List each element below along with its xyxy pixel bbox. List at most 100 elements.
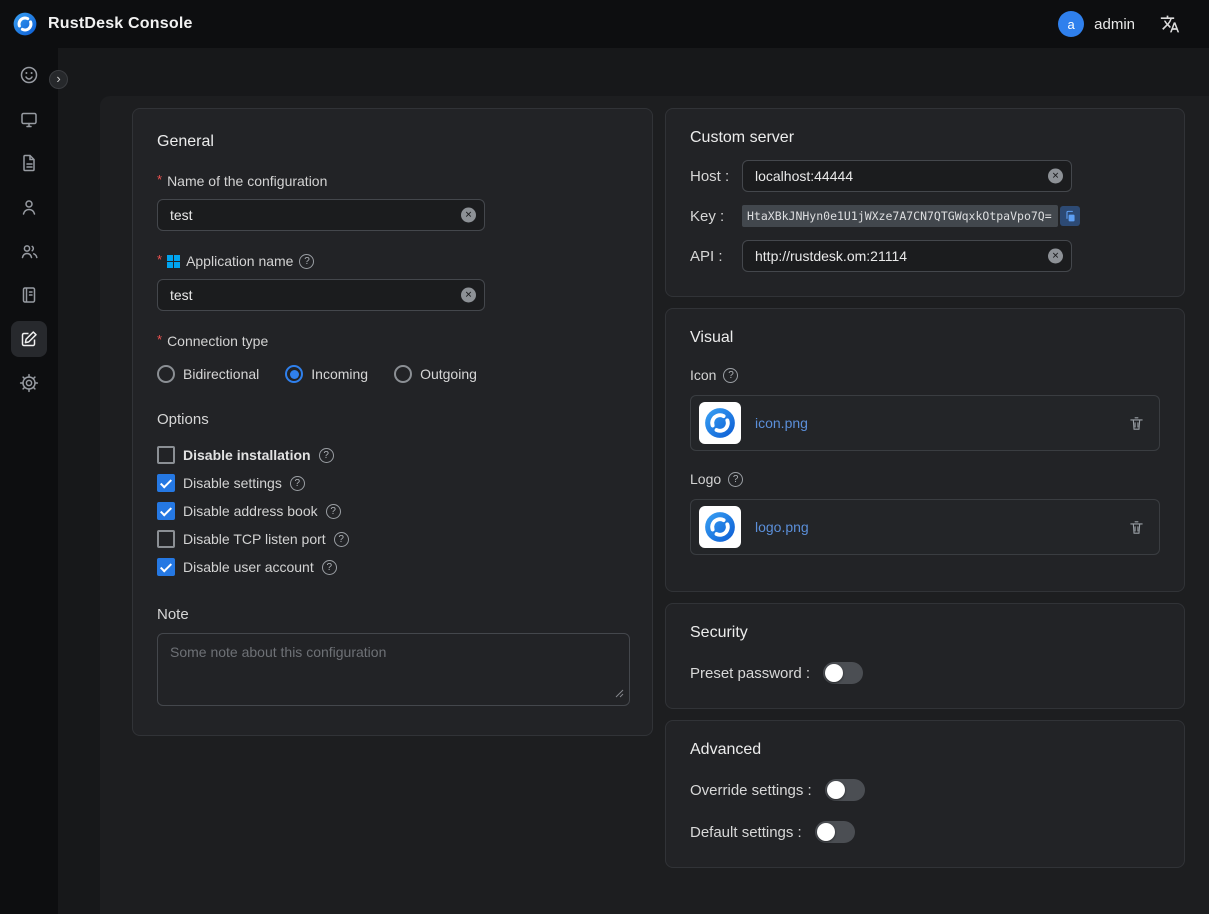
gear-icon	[19, 373, 39, 393]
checkbox-icon[interactable]	[157, 446, 175, 464]
preset-password-toggle[interactable]	[823, 662, 863, 684]
checkbox-row-disable-installation[interactable]: Disable installation ?	[157, 444, 628, 466]
topbar: RustDesk Console a admin	[0, 0, 1209, 48]
file-icon	[19, 153, 39, 173]
required-asterisk: *	[157, 332, 162, 347]
journal-icon	[19, 285, 39, 305]
logo-file-link[interactable]: logo.png	[755, 519, 809, 535]
users-icon	[19, 241, 39, 261]
help-icon[interactable]: ?	[322, 560, 337, 575]
radio-incoming[interactable]: Incoming	[285, 365, 368, 383]
icon-preview	[699, 402, 741, 444]
smiley-icon	[19, 65, 39, 85]
sidebar-item-dashboard[interactable]	[11, 57, 47, 93]
preset-password-row: Preset password :	[690, 662, 1160, 684]
options-label: Options	[157, 411, 628, 428]
api-input[interactable]	[742, 240, 1072, 272]
translate-icon[interactable]	[1157, 11, 1183, 37]
resize-handle-icon[interactable]	[615, 685, 624, 703]
avatar[interactable]: a	[1058, 11, 1084, 37]
brand: RustDesk Console	[12, 11, 193, 37]
api-label: API :	[690, 248, 742, 265]
clear-icon[interactable]: ✕	[461, 208, 476, 223]
security-title: Security	[690, 624, 1160, 642]
host-label: Host :	[690, 168, 742, 185]
trash-icon[interactable]	[1128, 415, 1145, 432]
logo-preview	[699, 506, 741, 548]
clear-icon[interactable]: ✕	[461, 288, 476, 303]
sidebar-item-address-books[interactable]	[11, 277, 47, 313]
checkbox-row-disable-address-book[interactable]: Disable address book ?	[157, 500, 628, 522]
advanced-card: Advanced Override settings : Default set…	[665, 720, 1185, 868]
connection-type-group: Bidirectional Incoming Outgoing	[157, 365, 628, 383]
default-settings-row: Default settings :	[690, 821, 1160, 843]
visual-title: Visual	[690, 329, 1160, 347]
custom-server-card: Custom server Host : ✕ Key : HtaXBkJNHyn…	[665, 108, 1185, 297]
checkbox-row-disable-settings[interactable]: Disable settings ?	[157, 472, 628, 494]
help-icon[interactable]: ?	[326, 504, 341, 519]
sidebar-item-audit[interactable]	[11, 145, 47, 181]
radio-bidirectional[interactable]: Bidirectional	[157, 365, 259, 383]
user-icon	[19, 197, 39, 217]
config-name-input[interactable]	[157, 199, 485, 231]
copy-icon[interactable]	[1060, 206, 1080, 226]
checkbox-icon[interactable]	[157, 502, 175, 520]
sidebar-item-groups[interactable]	[11, 233, 47, 269]
trash-icon[interactable]	[1128, 519, 1145, 536]
sidebar-item-users[interactable]	[11, 189, 47, 225]
edit-icon	[19, 329, 39, 349]
general-card: General * Name of the configuration ✕ * …	[132, 108, 653, 736]
key-label: Key :	[690, 208, 742, 225]
custom-server-title: Custom server	[690, 129, 1160, 147]
help-icon[interactable]: ?	[290, 476, 305, 491]
advanced-title: Advanced	[690, 741, 1160, 759]
preset-password-label: Preset password :	[690, 665, 810, 682]
sidebar-item-settings[interactable]	[11, 365, 47, 401]
radio-icon[interactable]	[285, 365, 303, 383]
radio-icon[interactable]	[394, 365, 412, 383]
radio-icon[interactable]	[157, 365, 175, 383]
override-settings-label: Override settings :	[690, 782, 812, 799]
username: admin	[1094, 16, 1135, 33]
clear-icon[interactable]: ✕	[1048, 249, 1063, 264]
sidebar-item-devices[interactable]	[11, 101, 47, 137]
checkbox-row-disable-user-account[interactable]: Disable user account ?	[157, 556, 628, 578]
help-icon[interactable]: ?	[334, 532, 349, 547]
app-title: RustDesk Console	[48, 15, 193, 33]
checkbox-icon[interactable]	[157, 474, 175, 492]
windows-icon	[167, 255, 180, 268]
note-textarea[interactable]	[157, 633, 630, 706]
required-asterisk: *	[157, 172, 162, 187]
sidebar-expand-button[interactable]: ›	[49, 70, 68, 89]
user-menu[interactable]: a admin	[1058, 11, 1135, 37]
note-label: Note	[157, 606, 628, 623]
app-name-field-label: * Application name ?	[157, 253, 628, 269]
checkbox-icon[interactable]	[157, 530, 175, 548]
checkbox-icon[interactable]	[157, 558, 175, 576]
required-asterisk: *	[157, 252, 162, 267]
override-settings-toggle[interactable]	[825, 779, 865, 801]
name-field-label: * Name of the configuration	[157, 173, 628, 189]
icon-file-link[interactable]: icon.png	[755, 415, 808, 431]
host-input[interactable]	[742, 160, 1072, 192]
help-icon[interactable]: ?	[723, 368, 738, 383]
rustdesk-console-page: RustDesk Console a admin	[0, 0, 1209, 914]
help-icon[interactable]: ?	[728, 472, 743, 487]
logo-upload-box: logo.png	[690, 499, 1160, 555]
main-panel: General * Name of the configuration ✕ * …	[100, 96, 1209, 914]
help-icon[interactable]: ?	[299, 254, 314, 269]
help-icon[interactable]: ?	[319, 448, 334, 463]
radio-outgoing[interactable]: Outgoing	[394, 365, 477, 383]
application-name-input[interactable]	[157, 279, 485, 311]
override-settings-row: Override settings :	[690, 779, 1160, 801]
checkbox-row-disable-tcp-listen-port[interactable]: Disable TCP listen port ?	[157, 528, 628, 550]
sidebar-item-custom-clients[interactable]	[11, 321, 47, 357]
sidebar	[0, 48, 58, 914]
right-column: Custom server Host : ✕ Key : HtaXBkJNHyn…	[665, 108, 1185, 868]
security-card: Security Preset password :	[665, 603, 1185, 709]
clear-icon[interactable]: ✕	[1048, 169, 1063, 184]
connection-type-label: * Connection type	[157, 333, 628, 349]
default-settings-toggle[interactable]	[815, 821, 855, 843]
key-value[interactable]: HtaXBkJNHyn0e1U1jWXze7A7CN7QTGWqxkOtpaVp…	[742, 205, 1058, 227]
monitor-icon	[19, 109, 39, 129]
